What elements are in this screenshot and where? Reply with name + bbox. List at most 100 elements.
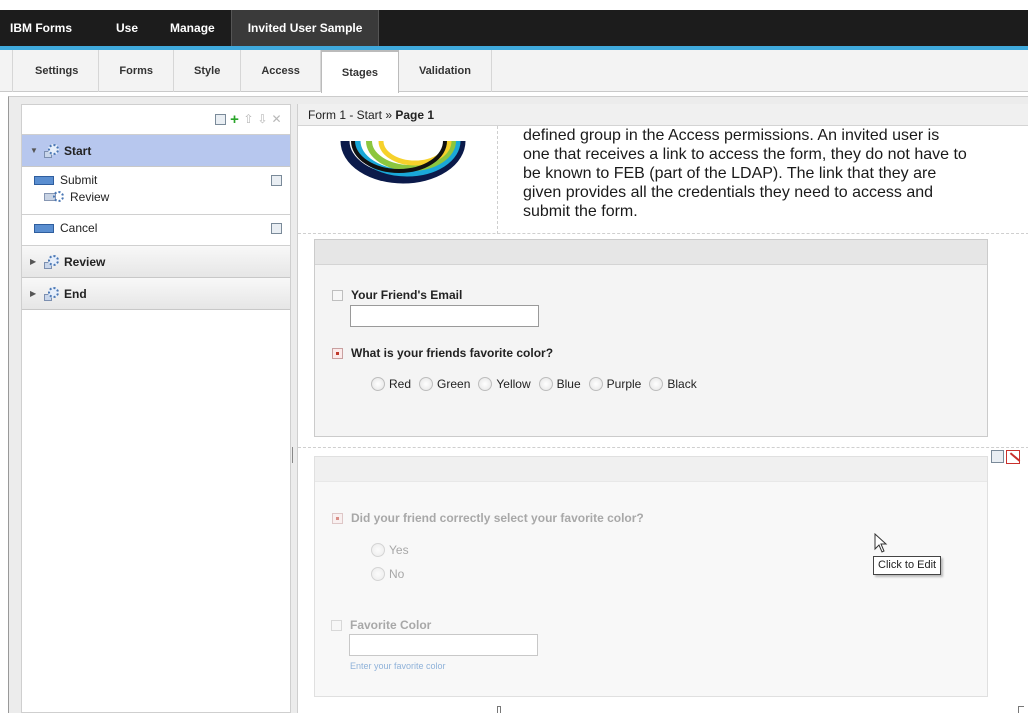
required-marker-icon — [332, 512, 343, 524]
favorite-color-hint: Enter your favorite color — [350, 661, 446, 671]
brand-title[interactable]: IBM Forms — [0, 10, 100, 46]
radio-button[interactable] — [371, 377, 385, 391]
intro-line: submit the form. — [523, 203, 638, 220]
color-question-text: What is your friends favorite color? — [351, 346, 554, 360]
section-header — [315, 240, 987, 265]
move-up-icon[interactable]: ⇧ — [243, 113, 254, 125]
corner-handle — [1018, 706, 1024, 713]
required-marker-icon — [332, 347, 343, 359]
radio-yes[interactable]: Yes — [371, 543, 409, 557]
section-edit-tools — [991, 450, 1020, 464]
tab-style[interactable]: Style — [174, 50, 242, 92]
intro-text: defined group in the Access permissions.… — [523, 126, 1003, 221]
email-label-text: Your Friend's Email — [351, 288, 463, 302]
breadcrumb-page: Page 1 — [395, 108, 435, 122]
tab-validation[interactable]: Validation — [399, 50, 492, 92]
radio-label: Green — [437, 377, 471, 391]
stage-gear-icon — [44, 254, 60, 269]
menu-use[interactable]: Use — [100, 10, 154, 46]
move-down-icon[interactable]: ⇩ — [257, 113, 268, 125]
rings-logo-icon — [333, 126, 473, 184]
stage-transition-icon — [44, 191, 66, 203]
friend-email-input[interactable] — [350, 305, 539, 327]
breadcrumb: Form 1 - Start » Page 1 — [298, 104, 1028, 126]
form-canvas: Form 1 - Start » Page 1 defined group in… — [297, 104, 1028, 713]
stage-end[interactable]: ▶ End — [22, 278, 290, 310]
radio-blue[interactable]: Blue — [538, 377, 581, 391]
action-properties-icon[interactable] — [271, 223, 282, 234]
top-bar: IBM Forms Use Manage Invited User Sample — [0, 10, 1028, 46]
tab-stages[interactable]: Stages — [320, 50, 399, 93]
radio-black[interactable]: Black — [649, 377, 697, 391]
expand-right-icon[interactable]: ▶ — [30, 257, 40, 266]
radio-button[interactable] — [371, 567, 385, 581]
radio-red[interactable]: Red — [371, 377, 411, 391]
radio-no[interactable]: No — [371, 567, 404, 581]
verify-question-label: Did your friend correctly select your fa… — [332, 511, 644, 525]
action-cancel[interactable]: Cancel — [22, 215, 290, 246]
stages-toolbar: + ⇧ ⇩ ✕ — [22, 105, 290, 135]
radio-button[interactable] — [538, 377, 553, 391]
delete-icon[interactable]: ✕ — [271, 113, 282, 125]
stage-review-label: Review — [64, 254, 106, 269]
color-question-label: What is your friends favorite color? — [332, 346, 553, 360]
add-icon[interactable]: + — [229, 112, 240, 127]
radio-button[interactable] — [588, 377, 603, 391]
expand-down-icon[interactable]: ▼ — [30, 146, 40, 155]
intro-line: defined group in the Access permissions.… — [523, 127, 940, 144]
radio-label: Blue — [556, 377, 581, 391]
tab-settings[interactable]: Settings — [12, 50, 100, 92]
favorite-color-input[interactable] — [349, 634, 538, 656]
section-properties-icon[interactable] — [991, 450, 1004, 463]
radio-button[interactable] — [478, 377, 493, 391]
radio-label: Yes — [389, 543, 409, 557]
menu-manage[interactable]: Manage — [154, 10, 231, 46]
tab-forms[interactable]: Forms — [99, 50, 175, 92]
radio-button[interactable] — [371, 543, 385, 557]
intro-section[interactable]: defined group in the Access permissions.… — [298, 126, 1028, 234]
resize-handle[interactable] — [497, 706, 501, 713]
edit-pencil-icon[interactable] — [1006, 450, 1020, 464]
stage-start-label: Start — [64, 143, 92, 158]
stage-start[interactable]: ▼ Start — [22, 135, 290, 167]
tab-access[interactable]: Access — [241, 50, 321, 92]
radio-green[interactable]: Green — [419, 377, 470, 391]
action-properties-icon[interactable] — [271, 175, 282, 186]
properties-icon[interactable] — [215, 114, 226, 125]
verify-question-text: Did your friend correctly select your fa… — [351, 511, 644, 525]
radio-label: Yellow — [496, 377, 531, 391]
favorite-color-text: Favorite Color — [350, 618, 432, 632]
stage-gear-icon — [44, 143, 60, 158]
section-divider — [298, 447, 1028, 448]
radio-purple[interactable]: Purple — [588, 377, 642, 391]
breadcrumb-path: Form 1 - Start » — [308, 108, 396, 122]
action-submit[interactable]: Submit Review — [22, 167, 290, 215]
radio-label: Purple — [606, 377, 642, 391]
optional-marker-icon — [331, 619, 342, 631]
stage-review[interactable]: ▶ Review — [22, 246, 290, 278]
color-radio-group: Red Green Yellow Blue Purple Black — [371, 377, 699, 391]
expand-right-icon[interactable]: ▶ — [30, 289, 40, 298]
radio-button[interactable] — [649, 377, 664, 391]
radio-label: Black — [667, 377, 697, 391]
app-title-tab[interactable]: Invited User Sample — [230, 10, 380, 46]
tab-bar: Settings Forms Style Access Stages Valid… — [0, 50, 1028, 93]
section-header — [315, 457, 987, 482]
stage-end-label: End — [64, 286, 87, 301]
action-button-icon — [34, 175, 54, 185]
action-button-icon — [34, 223, 54, 233]
intro-line: given provides all the credentials they … — [523, 184, 934, 201]
form-section-1[interactable]: Your Friend's Email What is your friends… — [314, 239, 988, 437]
radio-label: Red — [389, 377, 412, 391]
logo-image — [298, 126, 498, 234]
panel-splitter[interactable] — [292, 447, 293, 463]
action-submit-label: Submit — [60, 173, 98, 187]
email-field-label: Your Friend's Email — [332, 288, 462, 302]
favorite-color-label: Favorite Color — [331, 618, 431, 632]
action-submit-target: Review — [70, 190, 110, 204]
radio-yellow[interactable]: Yellow — [478, 377, 531, 391]
mouse-cursor-icon — [874, 533, 888, 553]
action-cancel-label: Cancel — [60, 221, 98, 235]
edit-tooltip: Click to Edit — [873, 556, 942, 575]
radio-button[interactable] — [419, 377, 434, 391]
